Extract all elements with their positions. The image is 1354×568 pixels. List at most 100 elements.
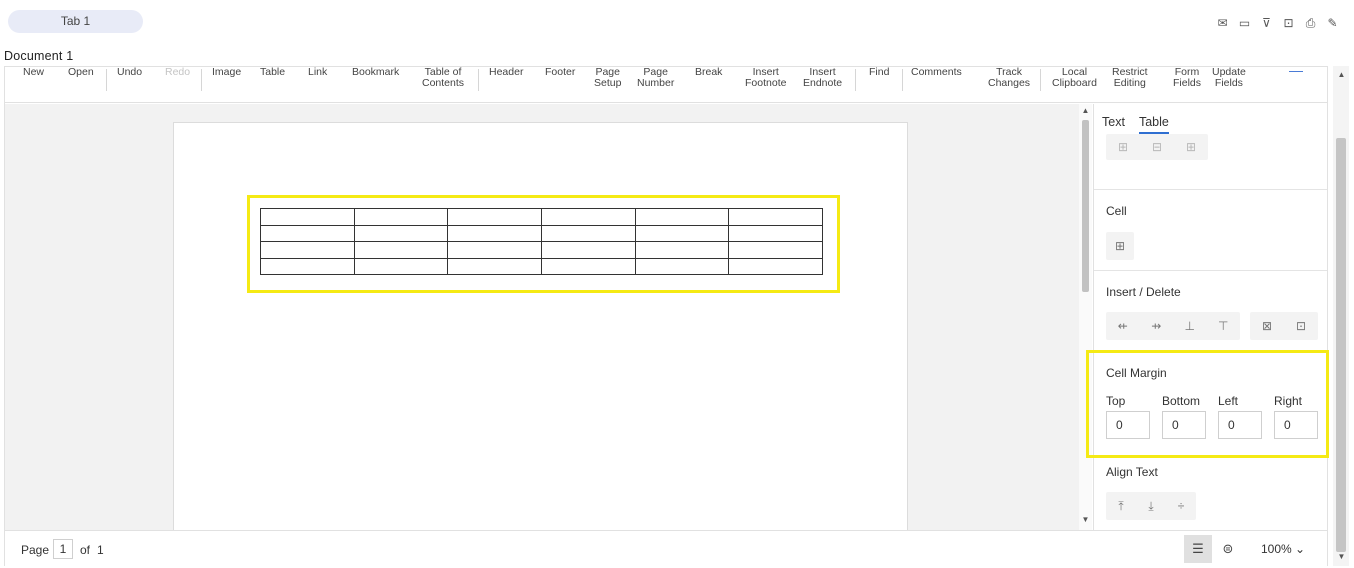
table-cell[interactable] (634, 241, 730, 259)
comment-icon[interactable]: ▭ (1237, 16, 1252, 31)
table-cell[interactable] (540, 241, 636, 259)
page-scroll-up-icon[interactable]: ▲ (1335, 70, 1348, 79)
scroll-up-icon[interactable]: ▲ (1079, 106, 1092, 115)
print-icon[interactable]: ⎙ (1303, 16, 1318, 31)
mail-icon[interactable]: ✉ (1215, 16, 1230, 31)
top-bar: Tab 1 ✉ ▭ ⊽ ⊡ ⎙ ✎ (0, 0, 1354, 46)
table-cell[interactable] (540, 257, 636, 275)
toolbar-form-fields-button[interactable]: Form Fields (1173, 67, 1201, 89)
toolbar-insert-footnote-button[interactable]: Insert Footnote (745, 67, 786, 89)
scrollbar-thumb[interactable] (1082, 120, 1089, 292)
toolbar-image-button[interactable]: Image (212, 67, 241, 78)
toolbar-overflow-indicator[interactable] (1289, 71, 1303, 72)
table-cell[interactable] (634, 224, 730, 242)
align-middle-icon[interactable]: ÷ (1172, 499, 1190, 513)
toolbar-insert-endnote-button[interactable]: Insert Endnote (803, 67, 842, 89)
print-layout-icon: ☰ (1192, 541, 1204, 556)
align-top-icon[interactable]: ⤒ (1112, 499, 1130, 514)
page-scrollbar-thumb[interactable] (1336, 138, 1346, 552)
toolbar-restrict-editing-button[interactable]: Restrict Editing (1112, 67, 1148, 89)
scan-icon[interactable]: ⊡ (1281, 16, 1296, 31)
table-cell[interactable] (540, 224, 636, 242)
table-cell[interactable] (260, 241, 355, 259)
toolbar-update-fields-button[interactable]: Update Fields (1212, 67, 1246, 89)
toolbar-header-button[interactable]: Header (489, 67, 523, 78)
align-bottom-icon[interactable]: ⤓ (1142, 499, 1160, 514)
table-align-center-icon[interactable]: ⊟ (1146, 140, 1168, 154)
web-layout-button[interactable]: ⊜ (1214, 535, 1242, 563)
toolbar-separator (106, 69, 107, 91)
table-align-right-icon[interactable]: ⊞ (1180, 140, 1202, 154)
filter-clear-icon[interactable]: ⊽ (1259, 16, 1274, 31)
document-canvas (5, 104, 1079, 530)
insert-row-above-icon[interactable]: ⊥ (1179, 319, 1201, 333)
toolbar-undo-button[interactable]: Undo (117, 67, 142, 78)
toolbar: New Open Undo Redo Image Table Link Bookmark Tab… (5, 67, 1327, 103)
toolbar-table-button[interactable]: Table (260, 67, 285, 78)
table-cell[interactable] (260, 257, 355, 275)
toolbar-page-setup-button[interactable]: Page Setup (594, 67, 621, 89)
insert-row-below-icon[interactable]: ⊤ (1213, 319, 1235, 333)
web-layout-icon: ⊜ (1222, 541, 1234, 556)
table-cell[interactable] (353, 224, 449, 242)
table-cell[interactable] (447, 241, 542, 259)
table-cell[interactable] (353, 257, 449, 275)
tab-1[interactable]: Tab 1 (8, 10, 143, 33)
toolbar-open-button[interactable]: Open (68, 67, 94, 78)
table-cell[interactable] (540, 208, 636, 226)
toolbar-break-button[interactable]: Break (695, 67, 722, 78)
align-text-group: ⤒ ⤓ ÷ (1106, 492, 1196, 520)
table-align-left-icon[interactable]: ⊞ (1112, 140, 1134, 154)
table-cell[interactable] (634, 208, 730, 226)
insert-column-left-icon[interactable]: ⇷ (1112, 319, 1134, 333)
page-scroll-down-icon[interactable]: ▼ (1335, 552, 1348, 561)
table-row (260, 224, 823, 242)
table-row (260, 208, 823, 226)
table-cell[interactable] (260, 224, 355, 242)
toolbar-link-button[interactable]: Link (308, 67, 327, 78)
toolbar-redo-button[interactable]: Redo (165, 67, 190, 78)
cell-properties-icon[interactable]: ⊞ (1109, 239, 1131, 253)
table-cell[interactable] (728, 257, 823, 275)
document-table[interactable] (260, 208, 823, 275)
print-layout-button[interactable]: ☰ (1184, 535, 1212, 563)
toolbar-find-button[interactable]: Find (869, 67, 889, 78)
table-cell[interactable] (634, 257, 730, 275)
status-bar: Page 1 of 1 ☰ ⊜ 100% ⌄ (5, 530, 1327, 566)
document-title: Document 1 (4, 49, 74, 63)
delete-column-icon[interactable]: ⊠ (1256, 319, 1278, 333)
table-cell[interactable] (447, 224, 542, 242)
toolbar-table-of-contents-button[interactable]: Table of Contents (422, 67, 464, 89)
table-cell[interactable] (728, 208, 823, 226)
table-row (260, 241, 823, 259)
tab-text[interactable]: Text (1102, 115, 1125, 134)
table-cell[interactable] (728, 224, 823, 242)
toolbar-track-changes-button[interactable]: Track Changes (988, 67, 1030, 89)
canvas-scrollbar[interactable]: ▲ ▼ (1079, 104, 1092, 530)
delete-group: ⊠ ⊡ (1250, 312, 1318, 340)
insert-column-right-icon[interactable]: ⇸ (1146, 319, 1168, 333)
table-cell[interactable] (728, 241, 823, 259)
table-cell[interactable] (353, 208, 449, 226)
page-number-input[interactable]: 1 (53, 539, 73, 559)
toolbar-footer-button[interactable]: Footer (545, 67, 575, 78)
page-scrollbar[interactable]: ▲ ▼ (1333, 66, 1349, 566)
toolbar-separator (855, 69, 856, 91)
toolbar-new-button[interactable]: New (23, 67, 44, 78)
zoom-dropdown[interactable]: 100% ⌄ (1261, 542, 1305, 556)
edit-icon[interactable]: ✎ (1325, 16, 1340, 31)
scroll-down-icon[interactable]: ▼ (1079, 515, 1092, 524)
table-cell[interactable] (447, 257, 542, 275)
toolbar-bookmark-button[interactable]: Bookmark (352, 67, 399, 78)
table-cell[interactable] (447, 208, 542, 226)
table-cell[interactable] (260, 208, 355, 226)
document-page[interactable] (173, 122, 908, 530)
toolbar-local-clipboard-button[interactable]: Local Clipboard (1052, 67, 1097, 89)
toolbar-comments-button[interactable]: Comments (911, 67, 962, 78)
table-cell[interactable] (353, 241, 449, 259)
delete-row-icon[interactable]: ⊡ (1290, 319, 1312, 333)
tab-table[interactable]: Table (1138, 115, 1169, 134)
table-row (260, 257, 823, 275)
top-icons: ✉ ▭ ⊽ ⊡ ⎙ ✎ (1215, 16, 1340, 31)
toolbar-page-number-button[interactable]: Page Number (637, 67, 674, 89)
